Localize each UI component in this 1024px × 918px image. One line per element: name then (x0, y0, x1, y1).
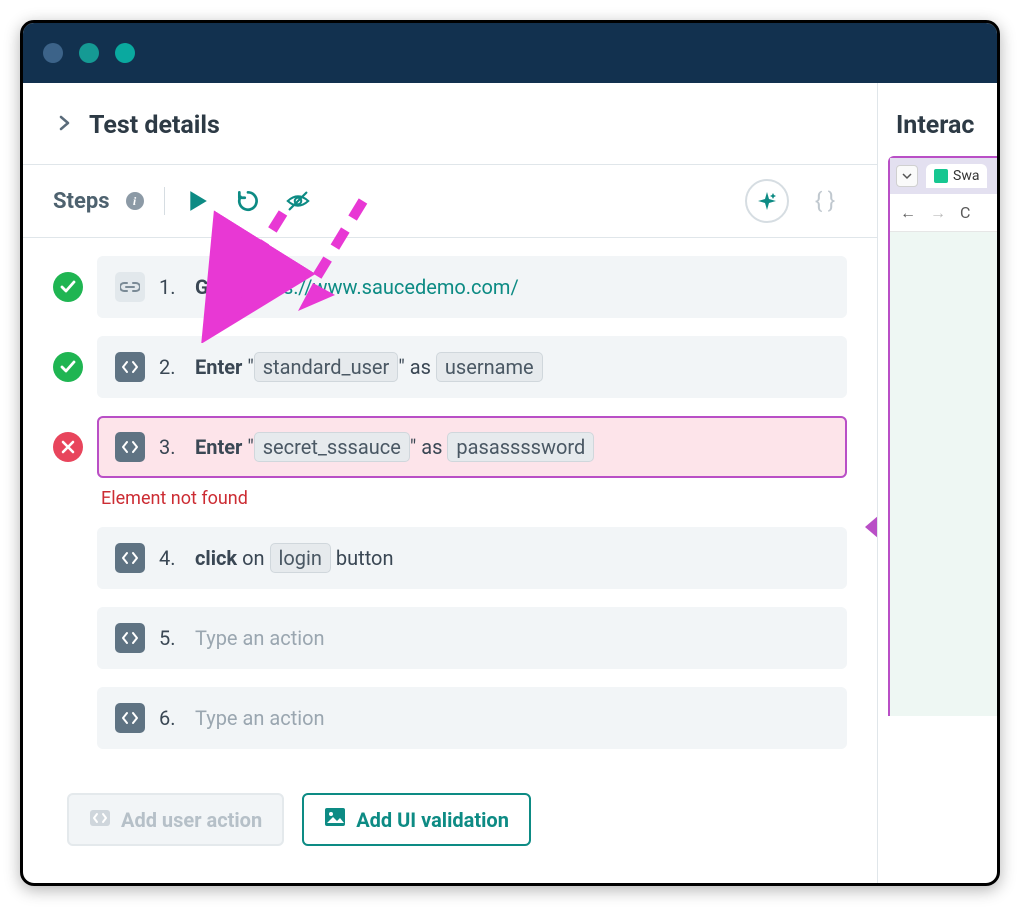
reload-small-icon[interactable]: C (960, 203, 970, 222)
code-icon (115, 703, 145, 733)
step-placeholder: Type an action (195, 626, 325, 650)
steps-list: 1. Go to https://www.saucedemo.com/ (23, 238, 877, 785)
step-number: 6. (159, 706, 181, 730)
play-icon[interactable] (185, 188, 211, 214)
code-icon (115, 352, 145, 382)
code-icon (115, 543, 145, 573)
steps-toolbar: Steps i { } (23, 164, 877, 238)
add-user-action-button[interactable]: Add user action (67, 793, 284, 846)
status-fail-icon (53, 432, 83, 462)
info-icon[interactable]: i (126, 192, 144, 210)
app-window: Test details Steps i { } (20, 20, 1000, 886)
error-pointer-icon (865, 515, 877, 539)
test-details-label: Test details (89, 111, 220, 140)
left-panel: Test details Steps i { } (23, 83, 877, 883)
step-number: 3. (159, 435, 181, 459)
traffic-light-close[interactable] (43, 43, 63, 63)
code-icon (115, 623, 145, 653)
add-ui-validation-button[interactable]: Add UI validation (302, 793, 531, 846)
step-box[interactable]: 4. click on login button (97, 527, 847, 589)
window-titlebar (23, 23, 997, 83)
step-row-4: 4. click on login button (53, 527, 847, 589)
step-row-1: 1. Go to https://www.saucedemo.com/ (53, 256, 847, 318)
steps-label: Steps (53, 189, 110, 214)
content-area: Test details Steps i { } (23, 83, 997, 883)
chevron-right-icon[interactable] (59, 115, 71, 136)
reload-icon[interactable] (235, 188, 261, 214)
browser-tab[interactable]: Swa (926, 164, 987, 188)
step-box[interactable]: 6. Type an action (97, 687, 847, 749)
browser-preview: Swa ← → C (888, 156, 997, 716)
divider (164, 187, 165, 215)
step-placeholder: Type an action (195, 706, 325, 730)
status-pass-icon (53, 352, 83, 382)
step-text: Enter "secret_sssauce" as pasassssword (195, 432, 594, 462)
forward-icon[interactable]: → (930, 203, 946, 223)
traffic-light-minimize[interactable] (79, 43, 99, 63)
step-number: 5. (159, 626, 181, 650)
chevron-down-icon[interactable] (896, 165, 918, 187)
browser-tab-bar: Swa (890, 158, 997, 194)
step-text: Go to https://www.saucedemo.com/ (195, 275, 519, 299)
visibility-off-icon[interactable] (285, 188, 311, 214)
bottom-buttons: Add user action Add UI validation (23, 785, 877, 866)
right-panel-title: Interac (878, 111, 997, 156)
error-message: Element not found (101, 488, 847, 509)
step-box-error[interactable]: 3. Enter "secret_sssauce" as pasasssswor… (97, 416, 847, 478)
step-row-2: 2. Enter "standard_user" as username (53, 336, 847, 398)
add-ui-validation-label: Add UI validation (356, 808, 509, 832)
traffic-light-zoom[interactable] (115, 43, 135, 63)
step-text: Enter "standard_user" as username (195, 352, 543, 382)
link-icon (115, 272, 145, 302)
add-user-action-label: Add user action (121, 808, 262, 832)
step-number: 1. (159, 275, 181, 299)
step-row-3: 3. Enter "secret_sssauce" as pasasssswor… (53, 416, 847, 478)
ai-sparkle-button[interactable] (745, 179, 789, 223)
step-row-6: 6. Type an action (53, 687, 847, 749)
step-box[interactable]: 1. Go to https://www.saucedemo.com/ (97, 256, 847, 318)
step-text: click on login button (195, 543, 394, 573)
tab-favicon-icon (934, 169, 948, 183)
step-row-5: 5. Type an action (53, 607, 847, 669)
image-icon (324, 807, 346, 832)
step-box[interactable]: 2. Enter "standard_user" as username (97, 336, 847, 398)
right-panel: Interac Swa ← → C (877, 83, 997, 883)
step-number: 4. (159, 546, 181, 570)
step-box[interactable]: 5. Type an action (97, 607, 847, 669)
step-number: 2. (159, 355, 181, 379)
test-details-header[interactable]: Test details (23, 83, 877, 164)
code-icon (115, 432, 145, 462)
back-icon[interactable]: ← (900, 203, 916, 223)
status-pass-icon (53, 272, 83, 302)
browser-url-bar: ← → C (890, 194, 997, 232)
code-icon (89, 808, 111, 832)
tab-label: Swa (953, 168, 979, 184)
code-braces-icon[interactable]: { } (803, 179, 847, 223)
